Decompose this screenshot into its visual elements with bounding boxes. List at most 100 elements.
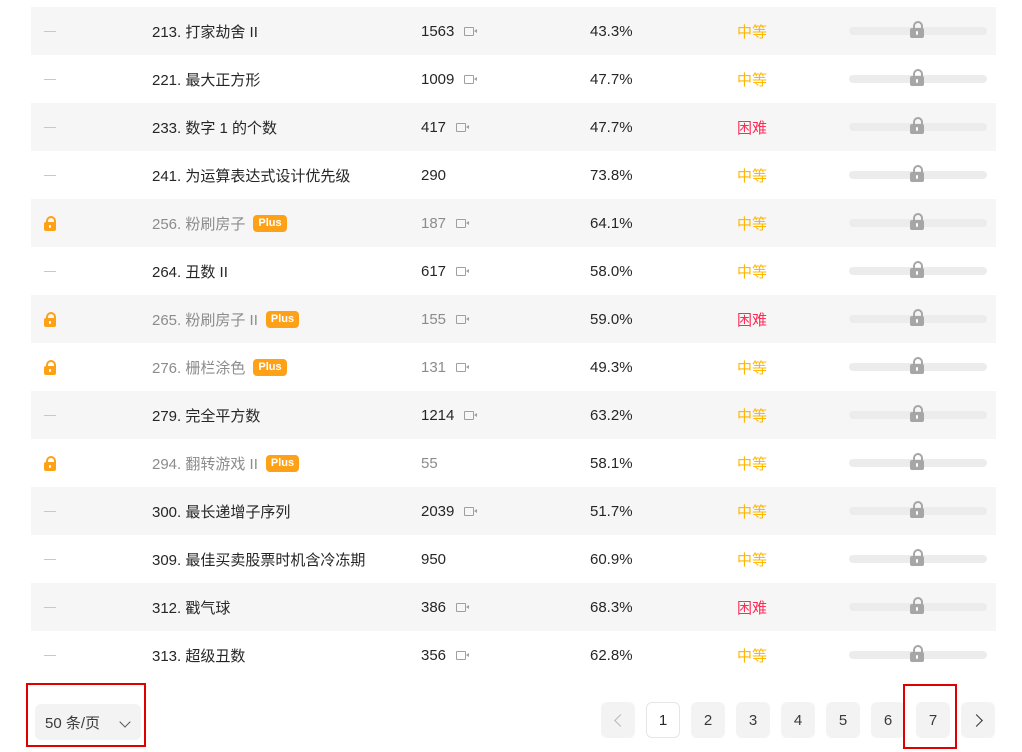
video-icon[interactable]	[456, 602, 470, 612]
acceptance-rate: 60.9%	[590, 550, 633, 568]
lock-icon[interactable]	[909, 453, 925, 471]
table-row[interactable]: 256. 粉刷房子 Plus 187 64.1% 中等	[31, 199, 996, 247]
difficulty-label: 困难	[737, 311, 768, 329]
plus-badge: Plus	[253, 214, 287, 232]
acceptance-rate: 68.3%	[590, 598, 633, 616]
lock-icon	[43, 312, 57, 327]
lock-icon[interactable]	[909, 405, 925, 423]
page-button-5[interactable]: 5	[826, 702, 860, 738]
solution-count[interactable]: 950	[421, 551, 446, 568]
lock-icon[interactable]	[909, 213, 925, 231]
table-row[interactable]: 300. 最长递增子序列 2039 51.7% 中等	[31, 487, 996, 535]
video-icon[interactable]	[456, 650, 470, 660]
lock-icon[interactable]	[909, 597, 925, 615]
table-row[interactable]: 264. 丑数 II 617 58.0% 中等	[31, 247, 996, 295]
problem-title-link[interactable]: 276. 栅栏涂色 Plus	[152, 357, 287, 378]
problem-title-link[interactable]: 312. 戳气球	[152, 597, 230, 618]
table-row[interactable]: 279. 完全平方数 1214 63.2% 中等	[31, 391, 996, 439]
problem-title-link[interactable]: 300. 最长递增子序列	[152, 501, 290, 522]
video-icon[interactable]	[464, 74, 478, 84]
problem-title-link[interactable]: 313. 超级丑数	[152, 645, 245, 666]
page-button-6[interactable]: 6	[871, 702, 905, 738]
acceptance-rate: 47.7%	[590, 70, 633, 88]
solution-count-value: 290	[421, 166, 447, 184]
problem-title: 256. 粉刷房子	[152, 215, 246, 233]
video-icon[interactable]	[456, 266, 470, 276]
problem-title-link[interactable]: 265. 粉刷房子 II Plus	[152, 309, 300, 330]
solution-count[interactable]: 617	[421, 263, 470, 280]
problem-title-link[interactable]: 256. 粉刷房子 Plus	[152, 213, 287, 234]
problem-title: 279. 完全平方数	[152, 407, 261, 425]
lock-icon[interactable]	[909, 645, 925, 663]
status-dash	[43, 24, 57, 38]
video-icon[interactable]	[456, 314, 470, 324]
problem-title: 276. 栅栏涂色	[152, 359, 246, 377]
solution-count-value: 386	[421, 598, 447, 616]
problem-title: 313. 超级丑数	[152, 647, 246, 665]
lock-icon[interactable]	[909, 357, 925, 375]
video-icon[interactable]	[464, 410, 478, 420]
video-icon[interactable]	[464, 26, 478, 36]
solution-count[interactable]: 55	[421, 455, 438, 472]
problem-title: 264. 丑数 II	[152, 263, 228, 281]
table-row[interactable]: 213. 打家劫舍 II 1563 43.3% 中等	[31, 7, 996, 55]
solution-count[interactable]: 1009	[421, 71, 478, 88]
solution-count[interactable]: 356	[421, 647, 470, 664]
prev-page-button[interactable]	[601, 702, 635, 738]
problem-title-link[interactable]: 309. 最佳买卖股票时机含冷冻期	[152, 549, 365, 570]
table-row[interactable]: 312. 戳气球 386 68.3% 困难	[31, 583, 996, 631]
acceptance-rate: 63.2%	[590, 406, 633, 424]
next-page-button[interactable]	[961, 702, 995, 738]
lock-icon[interactable]	[909, 261, 925, 279]
video-icon[interactable]	[464, 506, 478, 516]
table-row[interactable]: 241. 为运算表达式设计优先级 290 73.8% 中等	[31, 151, 996, 199]
solution-count[interactable]: 2039	[421, 503, 478, 520]
solution-count[interactable]: 155	[421, 311, 470, 328]
page-button-1[interactable]: 1	[646, 702, 680, 738]
plus-badge: Plus	[253, 358, 287, 376]
video-icon[interactable]	[456, 362, 470, 372]
acceptance-rate: 58.0%	[590, 262, 633, 280]
solution-count[interactable]: 386	[421, 599, 470, 616]
lock-icon[interactable]	[909, 165, 925, 183]
table-row[interactable]: 221. 最大正方形 1009 47.7% 中等	[31, 55, 996, 103]
page-button-2[interactable]: 2	[691, 702, 725, 738]
solution-count-value: 55	[421, 454, 438, 472]
difficulty-label: 中等	[737, 215, 768, 233]
plus-badge: Plus	[265, 310, 300, 328]
difficulty-label: 中等	[737, 167, 768, 185]
solution-count[interactable]: 131	[421, 359, 470, 376]
solution-count[interactable]: 290	[421, 167, 446, 184]
table-row[interactable]: 265. 粉刷房子 II Plus 155 59.0% 困难	[31, 295, 996, 343]
solution-count-value: 155	[421, 310, 447, 328]
table-row[interactable]: 294. 翻转游戏 II Plus 55 58.1% 中等	[31, 439, 996, 487]
problem-title-link[interactable]: 233. 数字 1 的个数	[152, 117, 277, 138]
problem-title: 312. 戳气球	[152, 599, 231, 617]
problem-title-link[interactable]: 213. 打家劫舍 II	[152, 21, 258, 42]
lock-icon[interactable]	[909, 501, 925, 519]
table-row[interactable]: 276. 栅栏涂色 Plus 131 49.3% 中等	[31, 343, 996, 391]
problem-title-link[interactable]: 279. 完全平方数	[152, 405, 260, 426]
page-button-3[interactable]: 3	[736, 702, 770, 738]
status-dash	[43, 408, 57, 422]
table-row[interactable]: 313. 超级丑数 356 62.8% 中等	[31, 631, 996, 679]
lock-icon[interactable]	[909, 549, 925, 567]
table-row[interactable]: 233. 数字 1 的个数 417 47.7% 困难	[31, 103, 996, 151]
lock-icon[interactable]	[909, 21, 925, 39]
problem-title-link[interactable]: 264. 丑数 II	[152, 261, 228, 282]
solution-count[interactable]: 1563	[421, 23, 478, 40]
lock-icon[interactable]	[909, 69, 925, 87]
problem-title-link[interactable]: 221. 最大正方形	[152, 69, 260, 90]
table-row[interactable]: 309. 最佳买卖股票时机含冷冻期 950 60.9% 中等	[31, 535, 996, 583]
solution-count[interactable]: 1214	[421, 407, 478, 424]
page-button-4[interactable]: 4	[781, 702, 815, 738]
problem-title-link[interactable]: 241. 为运算表达式设计优先级	[152, 165, 350, 186]
video-icon[interactable]	[456, 122, 470, 132]
lock-icon[interactable]	[909, 309, 925, 327]
acceptance-rate: 49.3%	[590, 358, 633, 376]
solution-count[interactable]: 417	[421, 119, 470, 136]
video-icon[interactable]	[456, 218, 470, 228]
solution-count[interactable]: 187	[421, 215, 470, 232]
problem-title-link[interactable]: 294. 翻转游戏 II Plus	[152, 453, 300, 474]
lock-icon[interactable]	[909, 117, 925, 135]
